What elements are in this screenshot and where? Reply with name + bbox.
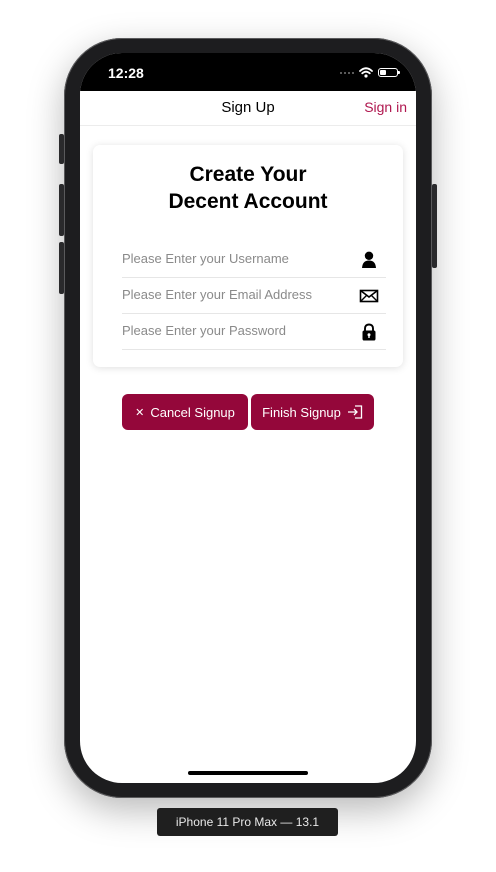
mute-switch <box>59 134 64 164</box>
finish-signup-label: Finish Signup <box>262 404 341 420</box>
wifi-icon <box>359 67 373 78</box>
status-bar: 12:28 <box>80 53 416 91</box>
home-indicator <box>188 771 308 775</box>
close-icon: ✕ <box>135 406 145 419</box>
cellular-signal-icon <box>340 71 354 74</box>
power-button <box>432 184 437 268</box>
cancel-signup-button[interactable]: ✕ Cancel Signup <box>122 394 248 430</box>
sign-in-link[interactable]: Sign in <box>364 99 407 115</box>
lock-icon <box>362 323 376 341</box>
cancel-signup-label: Cancel Signup <box>150 404 235 420</box>
volume-up-button <box>59 184 64 236</box>
email-input[interactable] <box>122 287 342 302</box>
signup-card: Create Your Decent Account <box>93 145 403 367</box>
sign-in-icon <box>347 405 363 419</box>
card-title: Create Your Decent Account <box>168 163 328 213</box>
simulator-device-label: iPhone 11 Pro Max — 13.1 <box>157 808 338 836</box>
username-input[interactable] <box>122 251 342 266</box>
envelope-icon <box>359 289 379 303</box>
status-icons <box>340 67 400 78</box>
username-field <box>122 243 386 278</box>
finish-signup-button[interactable]: Finish Signup <box>251 394 374 430</box>
password-field <box>122 315 386 350</box>
user-icon <box>362 251 376 268</box>
status-time: 12:28 <box>108 65 144 81</box>
navigation-bar: Sign Up Sign in <box>80 91 416 126</box>
volume-down-button <box>59 242 64 294</box>
email-field <box>122 279 386 314</box>
notch <box>164 53 332 79</box>
iphone-device-frame: 12:28 Sign Up Sign in Create Your Decent… <box>59 38 437 798</box>
screen: 12:28 Sign Up Sign in Create Your Decent… <box>80 53 416 783</box>
battery-icon <box>378 68 400 77</box>
password-input[interactable] <box>122 323 342 338</box>
